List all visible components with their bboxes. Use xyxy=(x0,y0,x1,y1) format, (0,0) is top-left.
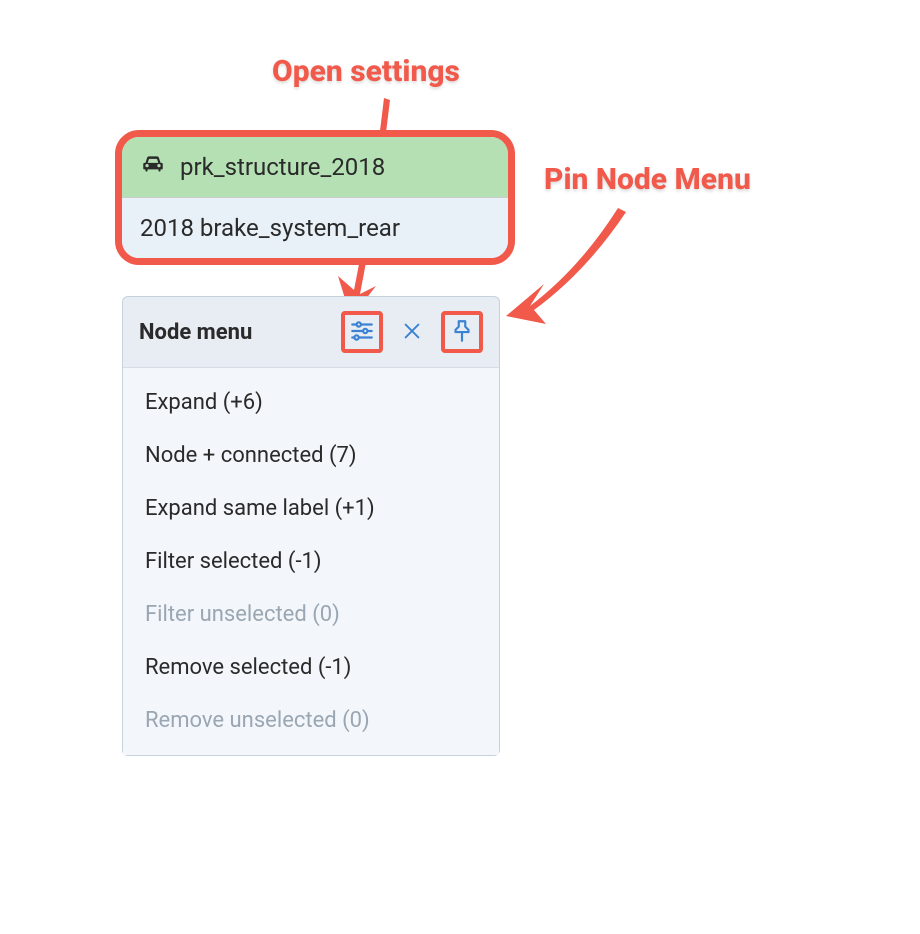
menu-item-expand[interactable]: Expand (+6) xyxy=(123,376,499,429)
menu-item-filter-selected[interactable]: Filter selected (-1) xyxy=(123,535,499,588)
annotation-open-settings: Open settings xyxy=(272,54,460,89)
pin-button[interactable] xyxy=(441,311,483,353)
menu-item-node-connected[interactable]: Node + connected (7) xyxy=(123,429,499,482)
node-card[interactable]: prk_structure_2018 2018 brake_system_rea… xyxy=(115,130,515,265)
close-button[interactable] xyxy=(391,311,433,353)
node-menu-title: Node menu xyxy=(139,320,252,345)
settings-button[interactable] xyxy=(341,311,383,353)
menu-item-remove-selected[interactable]: Remove selected (-1) xyxy=(123,641,499,694)
arrow-to-pin xyxy=(500,198,640,338)
menu-item-expand-same-label[interactable]: Expand same label (+1) xyxy=(123,482,499,535)
car-icon xyxy=(140,151,166,183)
menu-item-remove-unselected: Remove unselected (0) xyxy=(123,694,499,747)
node-menu-list: Expand (+6) Node + connected (7) Expand … xyxy=(123,368,499,755)
node-card-header: prk_structure_2018 xyxy=(122,137,508,198)
pin-icon xyxy=(449,318,475,347)
node-menu-panel: Node menu xyxy=(122,296,500,756)
node-menu-header: Node menu xyxy=(123,297,499,368)
node-card-header-text: prk_structure_2018 xyxy=(180,153,385,181)
annotation-pin-node-menu: Pin Node Menu xyxy=(544,162,751,197)
close-icon xyxy=(401,320,423,345)
menu-item-filter-unselected: Filter unselected (0) xyxy=(123,588,499,641)
node-card-body: 2018 brake_system_rear xyxy=(122,198,508,258)
sliders-icon xyxy=(349,318,375,347)
